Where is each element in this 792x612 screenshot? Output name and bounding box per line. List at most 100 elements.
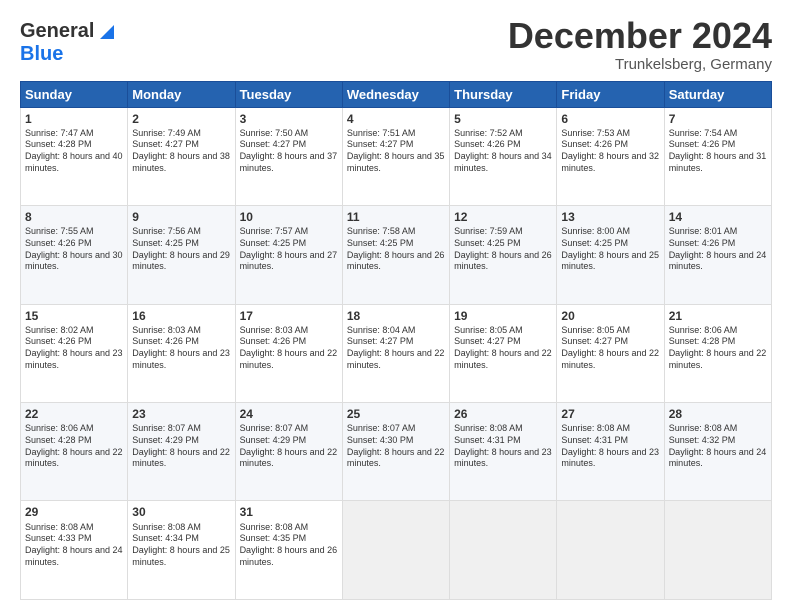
daylight-info: Daylight: 8 hours and 27 minutes.: [240, 250, 338, 273]
logo-blue: Blue: [20, 43, 118, 65]
day-number: 20: [561, 308, 659, 324]
calendar-day-cell: 4Sunrise: 7:51 AMSunset: 4:27 PMDaylight…: [342, 107, 449, 205]
sunrise-info: Sunrise: 8:08 AM: [25, 522, 123, 534]
day-number: 9: [132, 209, 230, 225]
calendar-day-cell: 5Sunrise: 7:52 AMSunset: 4:26 PMDaylight…: [450, 107, 557, 205]
sunrise-info: Sunrise: 8:07 AM: [132, 423, 230, 435]
calendar-day-cell: 17Sunrise: 8:03 AMSunset: 4:26 PMDayligh…: [235, 304, 342, 402]
sunset-info: Sunset: 4:29 PM: [132, 435, 230, 447]
day-number: 21: [669, 308, 767, 324]
calendar-day-cell: 28Sunrise: 8:08 AMSunset: 4:32 PMDayligh…: [664, 403, 771, 501]
sunset-info: Sunset: 4:35 PM: [240, 533, 338, 545]
calendar-week-row: 8Sunrise: 7:55 AMSunset: 4:26 PMDaylight…: [21, 206, 772, 304]
calendar-day-cell: 24Sunrise: 8:07 AMSunset: 4:29 PMDayligh…: [235, 403, 342, 501]
sunrise-info: Sunrise: 7:59 AM: [454, 226, 552, 238]
sunset-info: Sunset: 4:26 PM: [240, 336, 338, 348]
day-number: 3: [240, 111, 338, 127]
day-number: 31: [240, 504, 338, 520]
day-number: 29: [25, 504, 123, 520]
sunrise-info: Sunrise: 7:52 AM: [454, 128, 552, 140]
sunset-info: Sunset: 4:31 PM: [454, 435, 552, 447]
sunset-info: Sunset: 4:34 PM: [132, 533, 230, 545]
title-block: December 2024 Trunkelsberg, Germany: [508, 16, 772, 73]
day-of-week-header: Wednesday: [342, 81, 449, 107]
sunrise-info: Sunrise: 8:08 AM: [669, 423, 767, 435]
calendar-week-row: 15Sunrise: 8:02 AMSunset: 4:26 PMDayligh…: [21, 304, 772, 402]
day-number: 24: [240, 406, 338, 422]
sunset-info: Sunset: 4:27 PM: [240, 139, 338, 151]
day-number: 14: [669, 209, 767, 225]
calendar-day-cell: 19Sunrise: 8:05 AMSunset: 4:27 PMDayligh…: [450, 304, 557, 402]
sunset-info: Sunset: 4:27 PM: [561, 336, 659, 348]
day-number: 12: [454, 209, 552, 225]
calendar-day-cell: [664, 501, 771, 600]
sunrise-info: Sunrise: 8:04 AM: [347, 325, 445, 337]
sunrise-info: Sunrise: 7:54 AM: [669, 128, 767, 140]
day-number: 7: [669, 111, 767, 127]
calendar-day-cell: 29 Sunrise: 8:08 AMSunset: 4:33 PMDayligh…: [21, 501, 128, 600]
sunrise-info: Sunrise: 8:05 AM: [561, 325, 659, 337]
sunrise-info: Sunrise: 8:03 AM: [132, 325, 230, 337]
daylight-info: Daylight: 8 hours and 25 minutes.: [132, 545, 230, 568]
calendar-day-cell: [342, 501, 449, 600]
daylight-info: Daylight: 8 hours and 32 minutes.: [561, 151, 659, 174]
sunrise-info: Sunrise: 8:01 AM: [669, 226, 767, 238]
sunset-info: Sunset: 4:26 PM: [454, 139, 552, 151]
sunrise-info: Sunrise: 8:06 AM: [669, 325, 767, 337]
daylight-info: Daylight: 8 hours and 22 minutes.: [132, 447, 230, 470]
sunset-info: Sunset: 4:33 PM: [25, 533, 123, 545]
sunrise-info: Sunrise: 8:08 AM: [561, 423, 659, 435]
daylight-info: Daylight: 8 hours and 31 minutes.: [669, 151, 767, 174]
daylight-info: Daylight: 8 hours and 22 minutes.: [25, 447, 123, 470]
sunrise-info: Sunrise: 7:47 AM: [25, 128, 123, 140]
calendar-body: 1Sunrise: 7:47 AMSunset: 4:28 PMDaylight…: [21, 107, 772, 599]
daylight-info: Daylight: 8 hours and 22 minutes.: [561, 348, 659, 371]
day-number: 25: [347, 406, 445, 422]
day-number: 26: [454, 406, 552, 422]
day-number: 5: [454, 111, 552, 127]
day-of-week-header: Sunday: [21, 81, 128, 107]
day-number: 17: [240, 308, 338, 324]
sunrise-info: Sunrise: 8:00 AM: [561, 226, 659, 238]
daylight-info: Daylight: 8 hours and 34 minutes.: [454, 151, 552, 174]
calendar-day-cell: 9Sunrise: 7:56 AMSunset: 4:25 PMDaylight…: [128, 206, 235, 304]
day-number: 15: [25, 308, 123, 324]
day-of-week-header: Thursday: [450, 81, 557, 107]
calendar-day-cell: 7Sunrise: 7:54 AMSunset: 4:26 PMDaylight…: [664, 107, 771, 205]
calendar-day-cell: 15Sunrise: 8:02 AMSunset: 4:26 PMDayligh…: [21, 304, 128, 402]
sunset-info: Sunset: 4:26 PM: [25, 336, 123, 348]
calendar-day-cell: 12Sunrise: 7:59 AMSunset: 4:25 PMDayligh…: [450, 206, 557, 304]
daylight-info: Daylight: 8 hours and 23 minutes.: [561, 447, 659, 470]
daylight-info: Daylight: 8 hours and 30 minutes.: [25, 250, 123, 273]
calendar-day-cell: 8Sunrise: 7:55 AMSunset: 4:26 PMDaylight…: [21, 206, 128, 304]
calendar-day-cell: 2Sunrise: 7:49 AMSunset: 4:27 PMDaylight…: [128, 107, 235, 205]
sunrise-info: Sunrise: 7:55 AM: [25, 226, 123, 238]
daylight-info: Daylight: 8 hours and 22 minutes.: [240, 348, 338, 371]
day-of-week-header: Friday: [557, 81, 664, 107]
calendar-day-cell: 6Sunrise: 7:53 AMSunset: 4:26 PMDaylight…: [557, 107, 664, 205]
calendar-day-cell: 31 Sunrise: 8:08 AMSunset: 4:35 PMDayligh…: [235, 501, 342, 600]
day-number: 30: [132, 504, 230, 520]
daylight-info: Daylight: 8 hours and 26 minutes.: [240, 545, 338, 568]
sunset-info: Sunset: 4:26 PM: [669, 238, 767, 250]
sunset-info: Sunset: 4:27 PM: [132, 139, 230, 151]
daylight-info: Daylight: 8 hours and 35 minutes.: [347, 151, 445, 174]
day-number: 2: [132, 111, 230, 127]
daylight-info: Daylight: 8 hours and 40 minutes.: [25, 151, 123, 174]
day-number: 10: [240, 209, 338, 225]
sunrise-info: Sunrise: 7:58 AM: [347, 226, 445, 238]
daylight-info: Daylight: 8 hours and 23 minutes.: [454, 447, 552, 470]
logo: General Blue: [20, 20, 118, 65]
sunset-info: Sunset: 4:25 PM: [347, 238, 445, 250]
calendar-day-cell: 11Sunrise: 7:58 AMSunset: 4:25 PMDayligh…: [342, 206, 449, 304]
sunrise-info: Sunrise: 8:08 AM: [240, 522, 338, 534]
day-of-week-header: Saturday: [664, 81, 771, 107]
daylight-info: Daylight: 8 hours and 24 minutes.: [25, 545, 123, 568]
sunset-info: Sunset: 4:30 PM: [347, 435, 445, 447]
sunset-info: Sunset: 4:31 PM: [561, 435, 659, 447]
sunset-info: Sunset: 4:26 PM: [132, 336, 230, 348]
sunset-info: Sunset: 4:29 PM: [240, 435, 338, 447]
logo-triangle-icon: [96, 21, 118, 43]
sunrise-info: Sunrise: 7:56 AM: [132, 226, 230, 238]
day-number: 27: [561, 406, 659, 422]
